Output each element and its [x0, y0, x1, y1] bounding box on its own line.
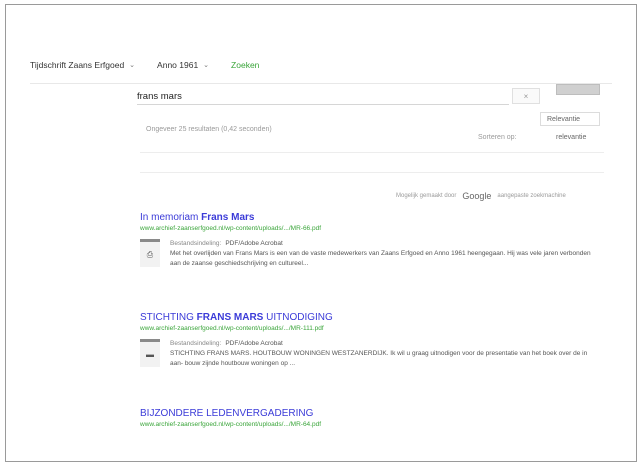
meta-label: Bestandsindeling: — [170, 340, 222, 347]
result-meta: Bestandsindeling: PDF/Adobe Acrobat — [170, 339, 600, 349]
top-nav: Tijdschrift Zaans Erfgoed ⌄ Anno 1961 ⌄ … — [30, 57, 281, 73]
nav-item-tijdschrift[interactable]: Tijdschrift Zaans Erfgoed ⌄ — [30, 60, 135, 70]
google-logo: Google — [462, 191, 492, 201]
powered-suffix: aangepaste zoekmachine — [497, 193, 566, 199]
nav-item-zoeken[interactable]: Zoeken — [231, 60, 259, 70]
nav-item-label: Anno 1961 — [157, 60, 199, 70]
nav-item-anno[interactable]: Anno 1961 ⌄ — [157, 60, 209, 70]
search-result: In memoriam Frans Mars www.archief-zaans… — [140, 212, 610, 269]
result-snippet: STICHTING FRANS MARS. HOUTBOUW WONINGEN … — [170, 350, 588, 367]
result-title-text: STICHTING — [140, 312, 197, 323]
result-body: ⎙ Bestandsindeling: PDF/Adobe Acrobat Met… — [140, 239, 610, 269]
meta-format: PDF/Adobe Acrobat — [225, 240, 283, 247]
result-title-link[interactable]: STICHTING FRANS MARS UITNODIGING — [140, 312, 610, 324]
divider — [140, 172, 604, 173]
result-meta: Bestandsindeling: PDF/Adobe Acrobat — [170, 239, 600, 249]
nav-divider — [30, 83, 612, 84]
result-title-highlight: Frans Mars — [201, 212, 255, 223]
result-url: www.archief-zaanserfgoed.nl/wp-content/u… — [140, 421, 322, 428]
meta-format: PDF/Adobe Acrobat — [225, 340, 283, 347]
result-url: www.archief-zaanserfgoed.nl/wp-content/u… — [140, 325, 324, 332]
result-title-text: BIJZONDERE LEDENVERGADERING — [140, 408, 314, 419]
document-icon[interactable]: ▬ — [140, 339, 160, 367]
result-title-link[interactable]: BIJZONDERE LEDENVERGADERING — [140, 408, 610, 420]
result-title-link[interactable]: In memoriam Frans Mars — [140, 212, 610, 224]
result-snippet: Met het overlijden van Frans Mars is een… — [170, 250, 591, 267]
sort-value[interactable]: relevantie — [556, 134, 586, 141]
search-input[interactable] — [137, 88, 509, 105]
clear-search-button[interactable]: × — [512, 88, 540, 104]
pdf-icon[interactable]: ⎙ — [140, 239, 160, 267]
sort-label: Sorteren op: — [478, 134, 517, 141]
result-title-text: In memoriam — [140, 212, 202, 223]
result-title-text: UITNODIGING — [263, 312, 333, 323]
result-title-highlight: FRANS MARS — [196, 312, 264, 323]
chevron-down-icon: ⌄ — [203, 62, 210, 69]
powered-by: Mogelijk gemaakt door Google aangepaste … — [396, 191, 566, 201]
result-body: ▬ Bestandsindeling: PDF/Adobe Acrobat STI… — [140, 339, 610, 369]
meta-label: Bestandsindeling: — [170, 240, 222, 247]
nav-item-label: Tijdschrift Zaans Erfgoed — [30, 60, 125, 70]
nav-item-label: Zoeken — [231, 60, 260, 70]
search-result: STICHTING FRANS MARS UITNODIGING www.arc… — [140, 312, 610, 369]
result-stats: Ongeveer 25 resultaten (0,42 seconden) — [146, 126, 272, 133]
search-result: BIJZONDERE LEDENVERGADERING www.archief-… — [140, 408, 610, 429]
divider — [140, 152, 604, 153]
sort-select[interactable]: Relevantie — [540, 112, 600, 126]
chevron-down-icon: ⌄ — [129, 62, 136, 69]
search-button[interactable] — [556, 84, 600, 95]
result-url: www.archief-zaanserfgoed.nl/wp-content/u… — [140, 225, 322, 232]
powered-prefix: Mogelijk gemaakt door — [396, 193, 457, 199]
